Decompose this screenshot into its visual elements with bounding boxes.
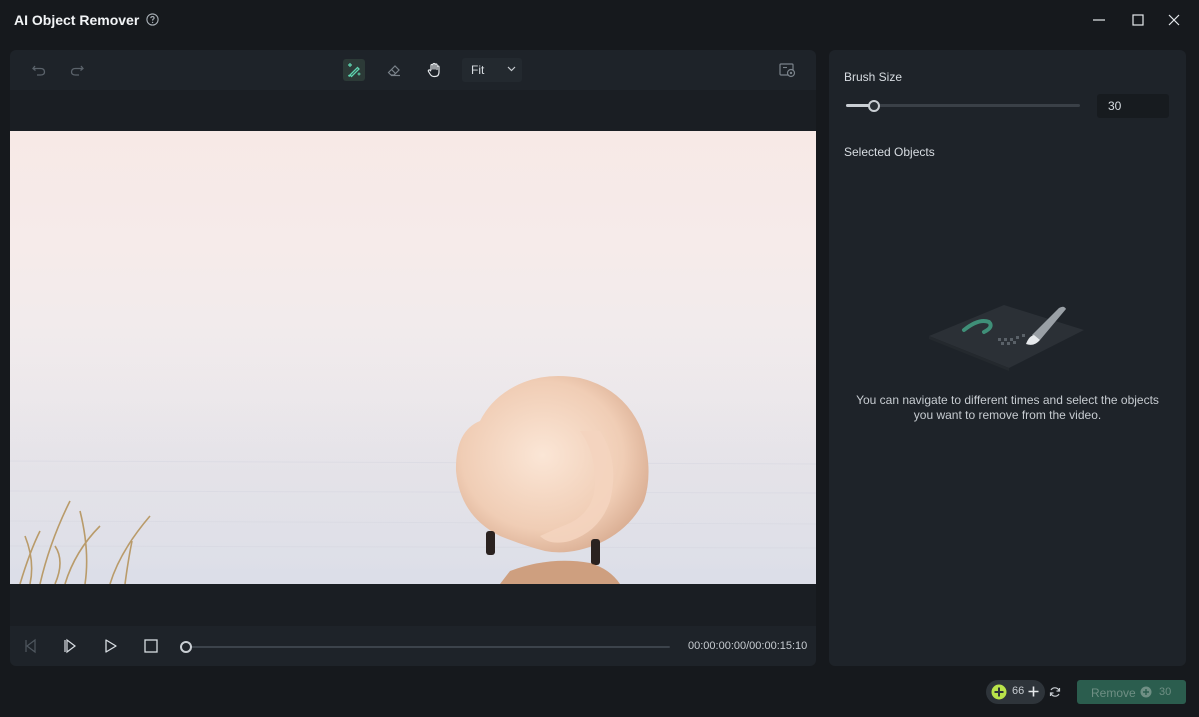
play-icon[interactable] <box>102 637 120 655</box>
help-icon[interactable] <box>146 13 159 26</box>
minimize-icon[interactable] <box>1090 11 1108 29</box>
remove-button[interactable]: Remove 30 <box>1077 680 1186 704</box>
pan-button[interactable] <box>423 59 445 81</box>
empty-state-illustration <box>929 305 1084 371</box>
stop-icon[interactable] <box>142 637 160 655</box>
video-preview[interactable] <box>10 131 816 584</box>
undo-button[interactable] <box>28 59 50 81</box>
eraser-icon <box>387 65 400 77</box>
editor-toolbar: Fit <box>10 50 816 90</box>
smart-brush-button[interactable] <box>343 59 365 81</box>
credits-badge[interactable]: 66 <box>986 680 1045 704</box>
remove-label: Remove <box>1091 686 1136 700</box>
next-frame-icon[interactable] <box>62 637 80 655</box>
settings-panel: Brush Size Selected Objects You can navi… <box>829 50 1186 666</box>
redo-icon <box>70 65 84 76</box>
window-title: AI Object Remover <box>14 12 140 28</box>
magic-brush-icon <box>348 63 361 78</box>
timecode: 00:00:00:00/00:00:15:10 <box>688 640 808 652</box>
zoom-value: Fit <box>471 63 485 77</box>
maximize-icon[interactable] <box>1129 11 1147 29</box>
brush-size-input[interactable] <box>1097 94 1169 118</box>
credit-coin-icon <box>1140 686 1152 698</box>
add-credits-icon[interactable] <box>1028 686 1039 697</box>
redo-button[interactable] <box>66 59 88 81</box>
empty-state-line-1: You can navigate to different times and … <box>856 393 1159 407</box>
undo-icon <box>32 65 46 76</box>
brush-size-handle[interactable] <box>868 100 881 112</box>
playhead-handle[interactable] <box>180 641 192 653</box>
timeline-scrubber[interactable] <box>186 646 670 648</box>
compare-button[interactable] <box>777 59 799 81</box>
credit-coin-icon <box>991 684 1007 700</box>
chevron-down-icon <box>507 66 516 72</box>
eraser-button[interactable] <box>383 59 405 81</box>
empty-state-message: You can navigate to different times and … <box>829 393 1186 423</box>
compare-view-icon <box>779 63 796 78</box>
close-icon[interactable] <box>1165 11 1183 29</box>
brush-size-slider[interactable] <box>846 104 1080 107</box>
video-frame-image <box>10 331 816 584</box>
refresh-icon[interactable] <box>1049 686 1061 698</box>
hand-icon <box>427 62 440 78</box>
credits-count: 66 <box>1012 685 1025 697</box>
zoom-dropdown[interactable]: Fit <box>462 58 522 82</box>
title-bar: AI Object Remover <box>0 0 1199 40</box>
playback-bar: 00:00:00:00/00:00:15:10 <box>10 626 816 666</box>
previous-frame-icon[interactable] <box>22 637 40 655</box>
selected-objects-label: Selected Objects <box>844 145 935 159</box>
empty-state-line-2: you want to remove from the video. <box>913 408 1102 422</box>
brush-size-label: Brush Size <box>844 70 903 84</box>
remove-cost: 30 <box>1159 686 1172 698</box>
